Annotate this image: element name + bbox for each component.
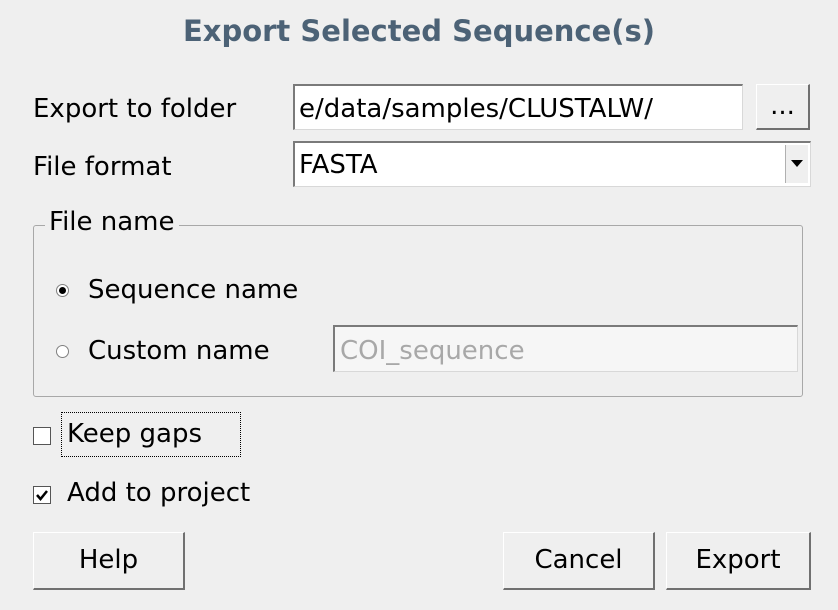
keep-gaps-label[interactable]: Keep gaps bbox=[67, 419, 202, 449]
cancel-button[interactable]: Cancel bbox=[503, 532, 655, 590]
sequence-name-label[interactable]: Sequence name bbox=[88, 275, 298, 305]
custom-name-label[interactable]: Custom name bbox=[88, 336, 270, 366]
folder-path-value: e/data/samples/CLUSTALW/ bbox=[299, 94, 654, 124]
export-button[interactable]: Export bbox=[666, 532, 811, 590]
folder-path-input[interactable]: e/data/samples/CLUSTALW/ bbox=[293, 84, 743, 130]
browse-button[interactable]: ... bbox=[756, 84, 810, 130]
dialog-title: Export Selected Sequence(s) bbox=[182, 14, 656, 48]
add-to-project-label[interactable]: Add to project bbox=[67, 478, 250, 508]
keep-gaps-checkbox[interactable] bbox=[33, 427, 51, 445]
export-dialog: Export Selected Sequence(s) Export to fo… bbox=[0, 0, 838, 610]
help-button[interactable]: Help bbox=[33, 532, 185, 590]
custom-name-value: COI_sequence bbox=[340, 336, 525, 366]
chevron-down-icon[interactable] bbox=[785, 145, 808, 183]
sequence-name-radio[interactable] bbox=[56, 284, 69, 297]
export-to-folder-label: Export to folder bbox=[33, 94, 237, 124]
radio-checked-icon bbox=[59, 287, 66, 294]
file-name-group-label: File name bbox=[45, 207, 179, 237]
add-to-project-checkbox[interactable] bbox=[33, 486, 51, 504]
file-format-label: File format bbox=[33, 152, 172, 182]
file-format-value: FASTA bbox=[299, 150, 378, 180]
custom-name-radio[interactable] bbox=[56, 345, 69, 358]
custom-name-input[interactable]: COI_sequence bbox=[333, 325, 798, 372]
file-format-select[interactable]: FASTA bbox=[293, 141, 811, 187]
checkmark-icon bbox=[36, 490, 48, 501]
